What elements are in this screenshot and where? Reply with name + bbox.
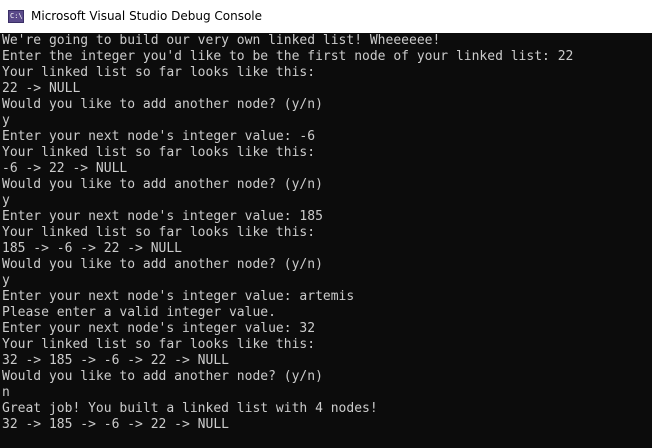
console-line: Would you like to add another node? (y/n…: [2, 369, 323, 384]
console-line: We're going to build our very own linked…: [2, 33, 441, 48]
console-line: Your linked list so far looks like this:: [2, 225, 316, 240]
console-line: 32 -> 185 -> -6 -> 22 -> NULL: [2, 353, 229, 368]
console-line: Would you like to add another node? (y/n…: [2, 257, 323, 272]
console-line: 185 -> -6 -> 22 -> NULL: [2, 241, 183, 256]
console-line: Please enter a valid integer value.: [2, 305, 276, 320]
window-title: Microsoft Visual Studio Debug Console: [31, 9, 263, 23]
console-line: Your linked list so far looks like this:: [2, 145, 316, 160]
console-line: Great job! You built a linked list with …: [2, 401, 378, 416]
console-line: 22 -> NULL: [2, 81, 81, 96]
console-line: Enter your next node's integer value: ar…: [2, 289, 355, 304]
debug-console-window: C:\ Microsoft Visual Studio Debug Consol…: [0, 0, 652, 448]
console-line: n: [2, 385, 10, 400]
console-line: Enter your next node's integer value: 32: [2, 321, 316, 336]
console-line: Your linked list so far looks like this:: [2, 337, 316, 352]
title-bar[interactable]: C:\ Microsoft Visual Studio Debug Consol…: [0, 0, 652, 33]
console-app-icon: C:\: [8, 10, 24, 23]
console-line: y: [2, 193, 10, 208]
console-line: Your linked list so far looks like this:: [2, 65, 316, 80]
console-line: 32 -> 185 -> -6 -> 22 -> NULL: [2, 417, 229, 432]
console-line: y: [2, 113, 10, 128]
console-line: Enter your next node's integer value: 18…: [2, 209, 323, 224]
console-output[interactable]: We're going to build our very own linked…: [0, 33, 652, 448]
console-line: Would you like to add another node? (y/n…: [2, 97, 323, 112]
console-line: Would you like to add another node? (y/n…: [2, 177, 323, 192]
console-line: Enter the integer you'd like to be the f…: [2, 49, 574, 64]
console-line: -6 -> 22 -> NULL: [2, 161, 128, 176]
console-line: y: [2, 273, 10, 288]
console-line: Enter your next node's integer value: -6: [2, 129, 316, 144]
